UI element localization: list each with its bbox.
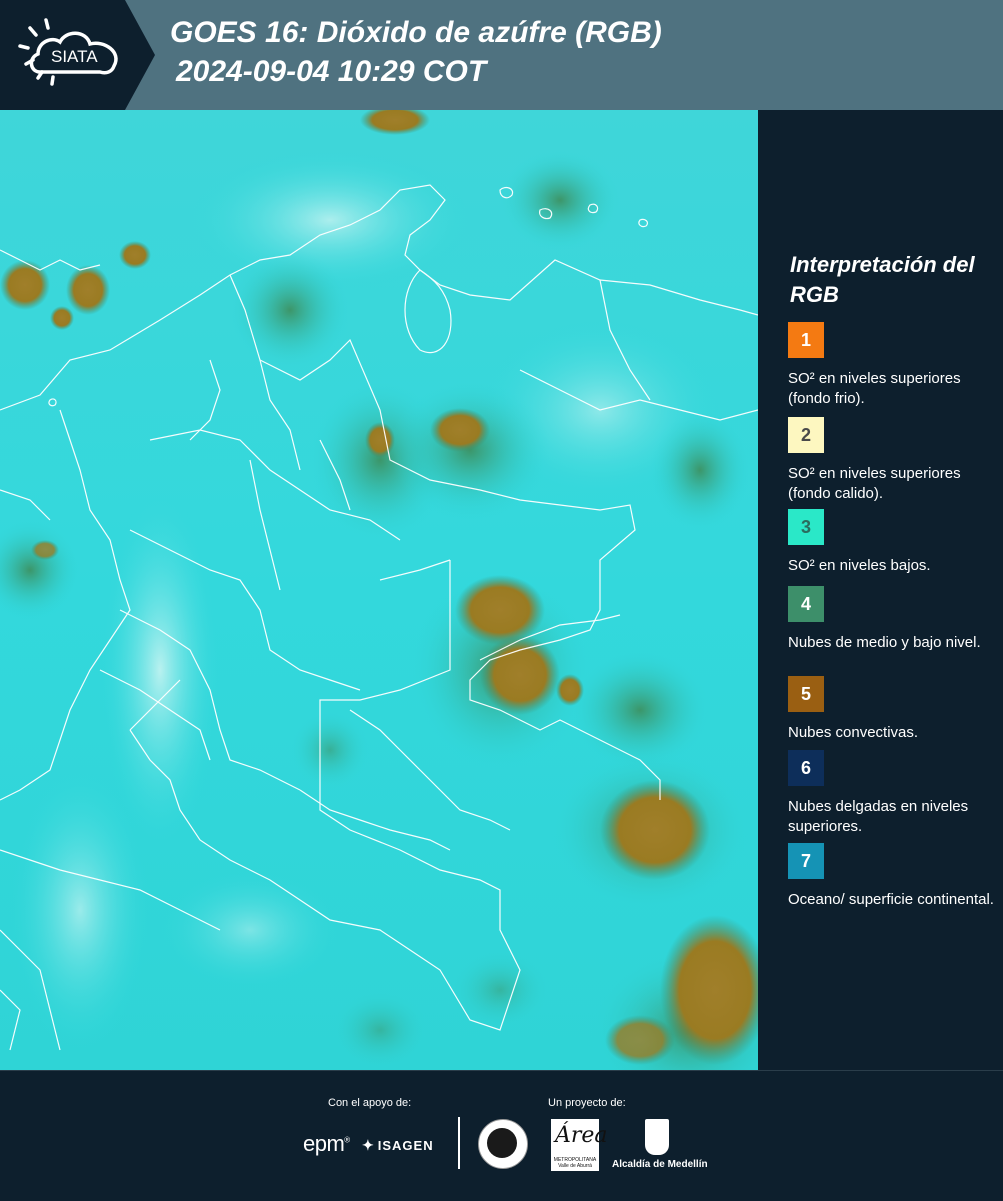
area-logo-sub: METROPOLITANA Valle de Aburrá [553, 1157, 597, 1169]
legend-label-6: Nubes delgadas en niveles superiores. [788, 798, 969, 835]
footer-divider [458, 1117, 460, 1169]
epm-logo: epm® [303, 1131, 350, 1156]
satellite-image [0, 110, 758, 1070]
legend-item-3: 3 SO² en niveles bajos. [788, 509, 998, 576]
legend-item-5: 5 Nubes convectivas. [788, 676, 998, 743]
header-bar: SIATA GOES 16: Dióxido de azúfre (RGB) 2… [0, 0, 1003, 110]
isagen-mark-icon: ✦ [362, 1137, 375, 1153]
legend-label-4: Nubes de medio y bajo nivel. [788, 634, 981, 651]
legend-panel: Interpretación del RGB 1 SO² en niveles … [758, 110, 1003, 1070]
legend-item-7: 7 Oceano/ superficie continental. [788, 843, 998, 910]
page-title: GOES 16: Dióxido de azúfre (RGB) [170, 16, 662, 49]
area-metropolitana-logo: Área METROPOLITANA Valle de Aburrá [551, 1119, 608, 1171]
page-timestamp: 2024-09-04 10:29 COT [176, 55, 487, 88]
project-label: Un proyecto de: [548, 1097, 626, 1109]
isagen-logo-text: ISAGEN [377, 1138, 434, 1153]
medellin-seal-icon [478, 1119, 528, 1169]
legend-swatch-5: 5 [788, 676, 824, 712]
legend-item-1: 1 SO² en niveles superiores (fondo frio)… [788, 322, 998, 409]
legend-label-7: Oceano/ superficie continental. [788, 891, 994, 908]
legend-swatch-7: 7 [788, 843, 824, 879]
area-logo-name: Área [555, 1123, 608, 1148]
legend-swatch-6: 6 [788, 750, 824, 786]
legend-swatch-1: 1 [788, 322, 824, 358]
legend-label-1: SO² en niveles superiores (fondo frio). [788, 370, 961, 407]
legend-swatch-4: 4 [788, 586, 824, 622]
siata-logo-text: SIATA [51, 47, 98, 66]
legend-item-6: 6 Nubes delgadas en niveles superiores. [788, 750, 998, 837]
siata-logo: SIATA [0, 0, 155, 110]
legend-title: Interpretación del RGB [790, 252, 975, 307]
legend-item-4: 4 Nubes de medio y bajo nivel. [788, 586, 998, 653]
epm-logo-text: epm [303, 1131, 345, 1156]
legend-label-3: SO² en niveles bajos. [788, 557, 931, 574]
legend-item-2: 2 SO² en niveles superiores (fondo calid… [788, 417, 998, 504]
isagen-logo: ✦ ISAGEN [362, 1137, 434, 1154]
legend-swatch-2: 2 [788, 417, 824, 453]
legend-label-2: SO² en niveles superiores (fondo calido)… [788, 465, 961, 502]
alcaldia-logo-text: Alcaldía de Medellín [612, 1159, 708, 1170]
legend-label-5: Nubes convectivas. [788, 724, 919, 741]
support-label: Con el apoyo de: [328, 1097, 412, 1109]
alcaldia-shield-icon [645, 1119, 669, 1155]
footer: Con el apoyo de: Un proyecto de: epm® ✦ I… [0, 1070, 1003, 1201]
legend-swatch-3: 3 [788, 509, 824, 545]
